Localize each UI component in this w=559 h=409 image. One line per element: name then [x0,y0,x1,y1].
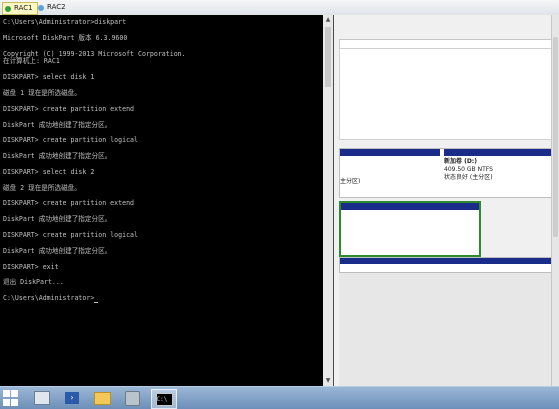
console-line: C:\Users\Administrator>diskpart [3,18,127,26]
windows-logo-icon [3,390,10,397]
text-cursor [94,302,99,304]
disk-map-area [339,273,551,388]
windows-logo-icon [11,398,18,406]
tab-rac2[interactable]: RAC2 [36,2,70,13]
disk-2-partition-selected[interactable] [339,201,481,257]
tab-label: RAC1 [14,4,33,12]
start-button[interactable] [3,390,19,406]
vm-tab-bar: RAC1 RAC2 [0,0,559,16]
command-prompt-icon: C:\ [155,392,173,406]
console-line: DISKPART> select disk 2 [3,167,95,176]
console-line: 磁盘 1 现在是所选磁盘。 [3,89,81,98]
folder-icon [93,391,111,405]
command-prompt-window[interactable]: C:\Users\Administrator>diskpart Microsoft… [0,15,334,386]
console-line: DISKPART> select disk 1 [3,73,95,82]
tab-label: RAC2 [47,3,66,11]
disk-3-row[interactable] [339,257,553,273]
disk-1-row[interactable]: 主分区) 新加卷 (D:) 409.50 GB NTFS 状态良好 (主分区) [339,148,553,198]
powershell-icon: › [65,392,79,404]
console-scrollbar[interactable]: ▲ ▼ [323,15,333,386]
console-line: DiskPart 成功地创建了指定分区。 [3,215,112,224]
console-line: DISKPART> create partition extend [3,104,135,113]
console-line: DISKPART> exit [3,262,59,271]
console-line: DiskPart 成功地创建了指定分区。 [3,120,112,129]
vm-running-icon [5,5,11,12]
windows-logo-icon [3,398,10,406]
console-line: DISKPART> create partition logical [3,231,138,240]
disk-management-window[interactable]: 主分区) 新加卷 (D:) 409.50 GB NTFS 状态良好 (主分区) [332,15,559,390]
scroll-thumb[interactable] [553,37,558,237]
console-line: 退出 DiskPart... [3,278,64,287]
windows-logo-icon [11,390,18,397]
partition-bar [444,149,552,156]
scroll-thumb[interactable] [325,27,331,87]
server-manager-icon [34,391,50,405]
console-line: 磁盘 2 现在是所选磁盘。 [3,183,81,192]
console-line: DISKPART> create partition logical [3,136,138,145]
volume-list[interactable] [339,48,553,140]
console-line: DISKPART> create partition extend [3,199,135,208]
tools-button[interactable] [120,389,144,407]
console-line: C:\Users\Administrator> [3,294,321,304]
console-output[interactable]: C:\Users\Administrator>diskpart Microsoft… [3,18,321,304]
powershell-button[interactable]: › [60,389,84,407]
tools-icon [124,390,140,406]
console-line: 在计算机上: RAC1 [3,57,60,66]
volume-status: 状态良好 (主分区) [444,174,493,181]
partition-bar [340,258,552,264]
partition-bar [340,149,440,156]
server-manager-button[interactable] [30,389,54,407]
scroll-down-icon[interactable]: ▼ [323,376,333,386]
command-prompt-taskbar-button[interactable]: C:\ [151,389,177,409]
volume-name: 新加卷 (D:) [444,158,477,165]
volume-size: 409.50 GB NTFS [444,166,493,173]
taskbar: › C:\ [0,386,559,409]
scroll-up-icon[interactable]: ▲ [323,15,333,25]
console-line: DiskPart 成功地创建了指定分区。 [3,246,112,255]
tab-rac1[interactable]: RAC1 [2,2,38,15]
volume-d[interactable]: 新加卷 (D:) 409.50 GB NTFS 状态良好 (主分区) [444,158,493,182]
partition-label: 主分区) [340,178,361,185]
console-line: Microsoft DiskPart 版本 6.3.9600 [3,33,128,42]
vertical-scrollbar[interactable] [551,15,559,390]
file-explorer-button[interactable] [90,389,114,407]
console-line: DiskPart 成功地创建了指定分区。 [3,152,112,161]
vm-icon [38,4,44,11]
partition-bar [341,203,479,210]
